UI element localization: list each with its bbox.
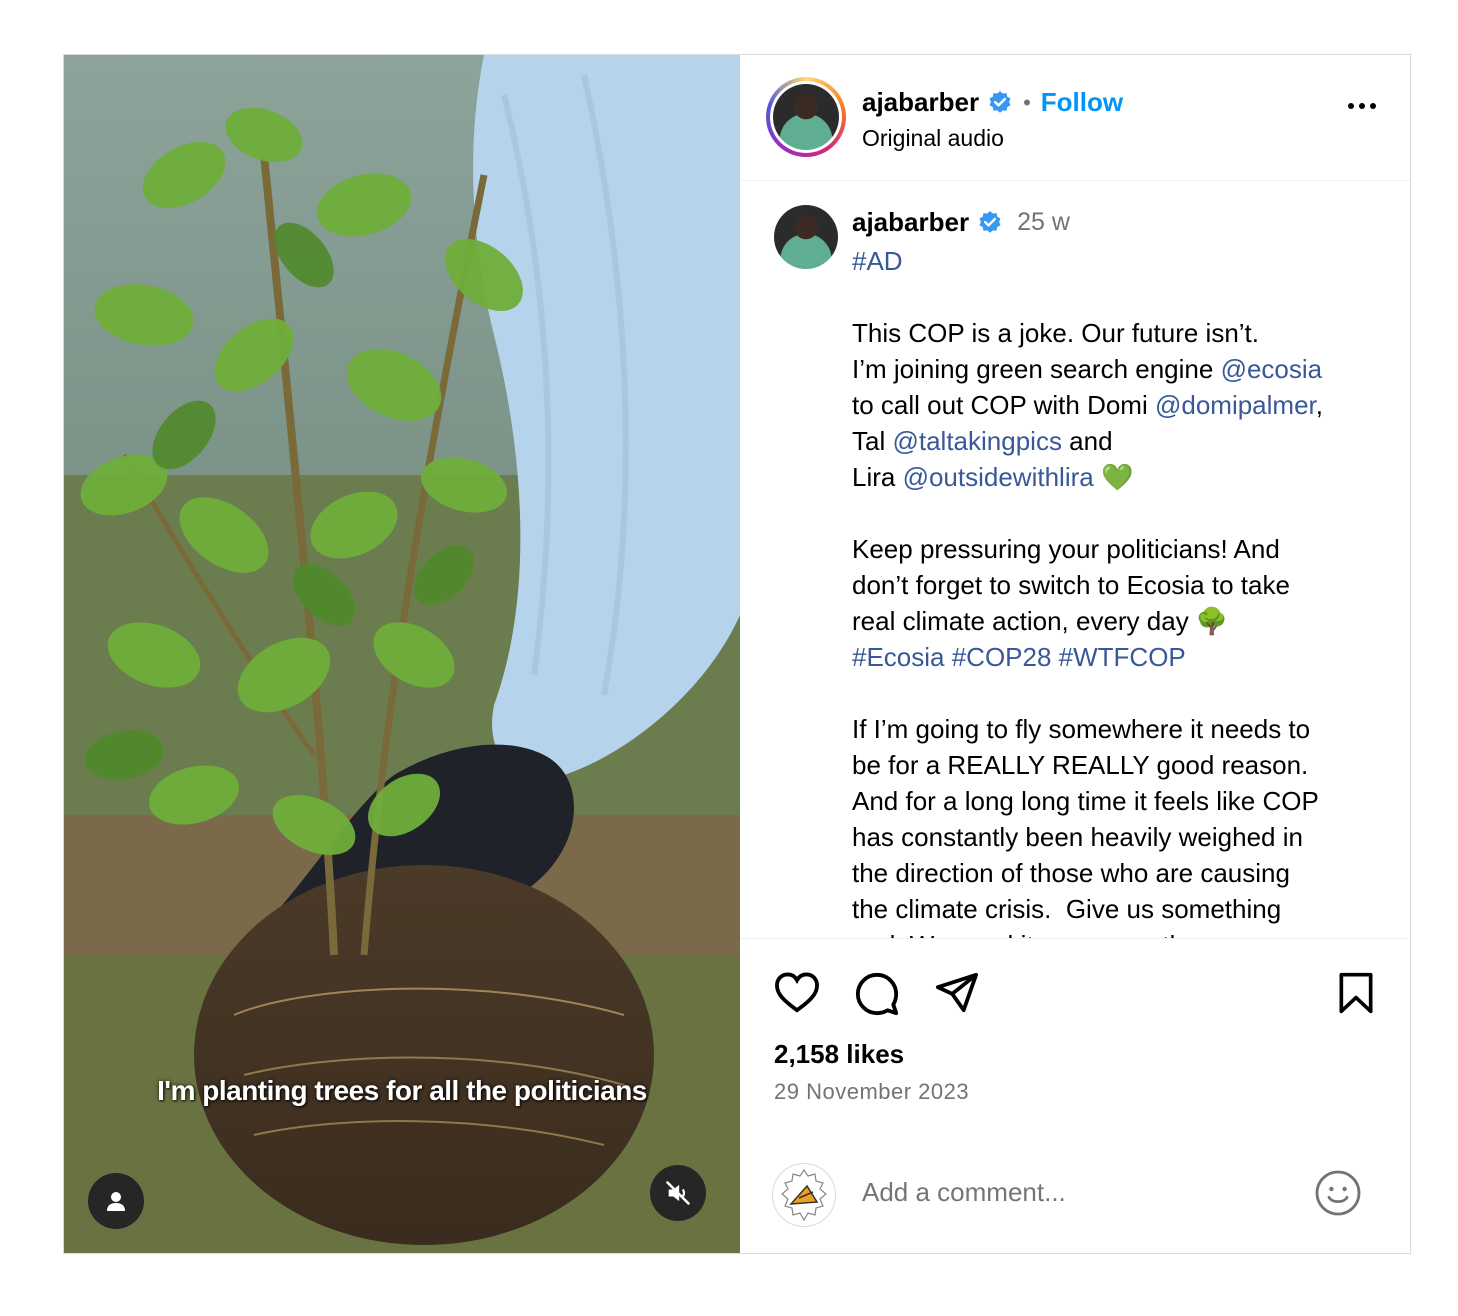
caption-line: don’t forget to switch to Ecosia to take — [852, 570, 1290, 600]
instagram-post: I'm planting trees for all the politicia… — [63, 54, 1411, 1254]
mention-ecosia[interactable]: @ecosia — [1221, 354, 1323, 384]
verified-badge-icon — [979, 210, 1001, 233]
tagged-users-button[interactable] — [88, 1173, 144, 1229]
bookmark-icon[interactable] — [1336, 971, 1376, 1015]
caption-line: I’m joining green search engine — [852, 354, 1221, 384]
caption-line: has constantly been heavily weighed in — [852, 822, 1303, 852]
mention-taltakingpics[interactable]: @taltakingpics — [892, 426, 1061, 456]
caption-line: real. We need it now more than ever. — [852, 930, 1276, 938]
caption-line: And for a long long time it feels like C… — [852, 786, 1319, 816]
post-actions: 2,158 likes 29 November 2023 — [740, 939, 1410, 1253]
caption-line: the direction of those who are causing — [852, 858, 1290, 888]
story-ring-avatar[interactable] — [766, 77, 846, 157]
comment-composer — [740, 1133, 1410, 1253]
post-side-panel: ajabarber • Follow Original audio ajabar… — [740, 55, 1410, 1253]
mute-toggle-button[interactable] — [650, 1165, 706, 1221]
paper-plane-icon[interactable] — [934, 971, 980, 1013]
video-frame-image — [64, 55, 740, 1253]
smiley-icon[interactable] — [1314, 1169, 1362, 1217]
comments-section[interactable]: ajabarber 25 w #AD This COP is a joke. O… — [740, 181, 1410, 939]
mention-domipalmer[interactable]: @domipalmer — [1155, 390, 1316, 420]
follow-button[interactable]: Follow — [1041, 87, 1123, 118]
likes-count[interactable]: 2,158 likes — [774, 1039, 904, 1070]
caption-text: #AD This COP is a joke. Our future isn’t… — [852, 243, 1392, 938]
caption-line: the climate crisis. Give us something — [852, 894, 1282, 924]
header-username[interactable]: ajabarber — [862, 87, 979, 118]
hashtag-ad[interactable]: #AD — [852, 246, 903, 276]
caption-line: If I’m going to fly somewhere it needs t… — [852, 714, 1311, 744]
heart-icon[interactable] — [774, 971, 820, 1013]
user-icon — [107, 1192, 125, 1211]
separator-dot: • — [1023, 89, 1031, 115]
caption-punct: , — [1315, 390, 1323, 420]
caption-line: Tal — [852, 426, 893, 456]
green-heart-emoji: 💚 — [1100, 462, 1134, 492]
post-age[interactable]: 25 w — [1017, 208, 1070, 237]
post-header: ajabarber • Follow Original audio — [740, 55, 1410, 181]
verified-badge-icon — [989, 90, 1011, 113]
post-video[interactable]: I'm planting trees for all the politicia… — [64, 55, 740, 1253]
caption-avatar[interactable] — [774, 205, 838, 269]
caption-line: real climate action, every day 🌳 — [852, 606, 1229, 636]
caption-line: This COP is a joke. Our future isn’t. — [852, 318, 1259, 348]
comment-input[interactable] — [862, 1177, 1282, 1208]
caption-line: and — [1061, 426, 1113, 456]
current-user-avatar — [772, 1163, 836, 1227]
video-subtitle: I'm planting trees for all the politicia… — [157, 1075, 647, 1106]
avatar — [773, 84, 839, 150]
mention-outsidewithlira[interactable]: @outsidewithlira — [903, 462, 1094, 492]
more-options-icon[interactable] — [1348, 103, 1376, 109]
caption-line: be for a REALLY REALLY good reason. — [852, 750, 1309, 780]
comment-bubble-icon[interactable] — [854, 971, 900, 1017]
caption-line: Keep pressuring your politicians! And — [852, 534, 1280, 564]
post-date[interactable]: 29 November 2023 — [774, 1079, 969, 1105]
muted-speaker-icon — [666, 1181, 690, 1205]
hashtags[interactable]: #Ecosia #COP28 #WTFCOP — [852, 642, 1186, 672]
caption-username[interactable]: ajabarber — [852, 207, 969, 238]
caption-line: Lira — [852, 462, 903, 492]
audio-link[interactable]: Original audio — [862, 125, 1004, 152]
caption-line: to call out COP with Domi — [852, 390, 1155, 420]
